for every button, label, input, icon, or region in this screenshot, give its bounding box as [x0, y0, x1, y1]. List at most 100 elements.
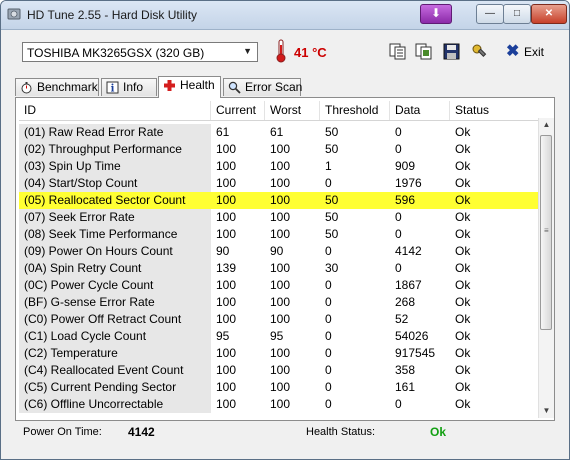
info-icon: i — [106, 81, 119, 94]
cell-id: (0C) Power Cycle Count — [19, 277, 211, 294]
table-row[interactable]: (08) Seek Time Performance 100 100 50 0 … — [19, 226, 538, 243]
column-header-current[interactable]: Current — [211, 101, 265, 120]
cell-id: (0A) Spin Retry Count — [19, 260, 211, 277]
copy-screenshot-icon[interactable] — [415, 43, 432, 60]
cell-id: (03) Spin Up Time — [19, 158, 211, 175]
minimize-icon: — — [485, 8, 495, 19]
maximize-button[interactable]: □ — [503, 4, 531, 24]
cell-worst: 100 — [270, 312, 291, 326]
cell-worst: 100 — [270, 176, 291, 190]
cell-status: Ok — [455, 278, 471, 292]
cell-data: 0 — [395, 125, 402, 139]
window-title: HD Tune 2.55 - Hard Disk Utility — [27, 8, 198, 22]
chevron-down-icon: ▼ — [243, 46, 252, 56]
table-row[interactable]: (03) Spin Up Time 100 100 1 909 Ok — [19, 158, 538, 175]
cell-current: 139 — [216, 261, 237, 275]
chevron-up-icon: ▲ — [542, 120, 551, 129]
cell-current: 95 — [216, 329, 230, 343]
column-header-data[interactable]: Data — [390, 101, 450, 120]
cell-id: (C6) Offline Uncorrectable — [19, 396, 211, 413]
table-row[interactable]: (01) Raw Read Error Rate 61 61 50 0 Ok — [19, 124, 538, 141]
tab-error-scan[interactable]: Error Scan — [223, 78, 303, 96]
options-tools-icon[interactable] — [471, 43, 488, 60]
cell-id: (BF) G-sense Error Rate — [19, 294, 211, 311]
cell-status: Ok — [455, 261, 471, 275]
cell-current: 100 — [216, 397, 237, 411]
vertical-scrollbar[interactable]: ▲ ≡ ▼ — [538, 118, 554, 418]
table-row[interactable]: (C2) Temperature 100 100 0 917545 Ok — [19, 345, 538, 362]
cell-status: Ok — [455, 159, 471, 173]
cell-threshold: 30 — [325, 261, 339, 275]
table-row[interactable]: (C5) Current Pending Sector 100 100 0 16… — [19, 379, 538, 396]
tab-benchmark-label: Benchmark — [37, 80, 98, 94]
scroll-down-button[interactable]: ▼ — [539, 404, 554, 418]
cell-threshold: 0 — [325, 278, 332, 292]
smart-table: ID Current Worst Threshold Data Status (… — [19, 101, 538, 417]
cell-data: 268 — [395, 295, 416, 309]
drive-select[interactable]: TOSHIBA MK3265GSX (320 GB) ▼ — [22, 42, 258, 62]
cell-id: (C5) Current Pending Sector — [19, 379, 211, 396]
table-row[interactable]: (09) Power On Hours Count 90 90 0 4142 O… — [19, 243, 538, 260]
cell-data: 0 — [395, 227, 402, 241]
tab-benchmark[interactable]: Benchmark — [15, 78, 99, 96]
table-row[interactable]: (0A) Spin Retry Count 139 100 30 0 Ok — [19, 260, 538, 277]
cell-threshold: 50 — [325, 227, 339, 241]
scroll-up-button[interactable]: ▲ — [539, 118, 554, 132]
table-row[interactable]: (0C) Power Cycle Count 100 100 0 1867 Ok — [19, 277, 538, 294]
tab-error-scan-label: Error Scan — [245, 80, 303, 94]
minimize-button[interactable]: — — [476, 4, 504, 24]
table-row[interactable]: (04) Start/Stop Count 100 100 0 1976 Ok — [19, 175, 538, 192]
exit-label: Exit — [524, 45, 545, 59]
cell-worst: 100 — [270, 397, 291, 411]
app-window: HD Tune 2.55 - Hard Disk Utility ⬇ — □ ✕… — [0, 0, 570, 460]
magnifier-icon — [228, 81, 241, 94]
cell-current: 100 — [216, 278, 237, 292]
cell-current: 100 — [216, 295, 237, 309]
column-header-threshold[interactable]: Threshold — [320, 101, 390, 120]
table-row[interactable]: (BF) G-sense Error Rate 100 100 0 268 Ok — [19, 294, 538, 311]
scrollbar-thumb[interactable]: ≡ — [540, 135, 552, 330]
table-header: ID Current Worst Threshold Data Status — [19, 101, 538, 121]
cell-threshold: 50 — [325, 193, 339, 207]
cell-threshold: 0 — [325, 346, 332, 360]
app-disk-icon — [7, 8, 21, 20]
table-row-highlighted[interactable]: (05) Reallocated Sector Count 100 100 50… — [19, 192, 538, 209]
stopwatch-icon — [21, 82, 32, 94]
cell-current: 100 — [216, 380, 237, 394]
close-button[interactable]: ✕ — [531, 4, 567, 24]
title-bar[interactable]: HD Tune 2.55 - Hard Disk Utility ⬇ — □ ✕ — [1, 1, 569, 30]
cell-threshold: 0 — [325, 312, 332, 326]
cell-status: Ok — [455, 346, 471, 360]
copy-text-icon[interactable] — [389, 43, 406, 60]
column-header-status[interactable]: Status — [450, 101, 538, 120]
table-row[interactable]: (C1) Load Cycle Count 95 95 0 54026 Ok — [19, 328, 538, 345]
tab-health[interactable]: Health — [158, 76, 221, 98]
save-screenshot-button[interactable]: ⬇ — [420, 4, 452, 24]
table-row[interactable]: (C4) Reallocated Event Count 100 100 0 3… — [19, 362, 538, 379]
maximize-icon: □ — [513, 8, 521, 19]
power-on-time-label: Power On Time: — [23, 426, 102, 438]
down-arrow-icon: ⬇ — [430, 6, 442, 20]
health-status-label: Health Status: — [306, 426, 376, 438]
cell-threshold: 0 — [325, 295, 332, 309]
cell-worst: 100 — [270, 363, 291, 377]
column-header-worst[interactable]: Worst — [265, 101, 320, 120]
table-row[interactable]: (C0) Power Off Retract Count 100 100 0 5… — [19, 311, 538, 328]
cell-threshold: 1 — [325, 159, 332, 173]
table-row[interactable]: (02) Throughput Performance 100 100 50 0… — [19, 141, 538, 158]
column-header-id[interactable]: ID — [19, 101, 211, 120]
save-disk-icon[interactable] — [443, 43, 460, 60]
cell-id: (04) Start/Stop Count — [19, 175, 211, 192]
tab-info[interactable]: i Info — [101, 78, 157, 96]
table-row[interactable]: (07) Seek Error Rate 100 100 50 0 Ok — [19, 209, 538, 226]
cell-id: (08) Seek Time Performance — [19, 226, 211, 243]
cell-worst: 100 — [270, 380, 291, 394]
cell-current: 100 — [216, 346, 237, 360]
cell-current: 100 — [216, 176, 237, 190]
drive-select-value: TOSHIBA MK3265GSX (320 GB) — [27, 46, 205, 60]
exit-x-icon: ✖ — [506, 43, 520, 60]
cell-worst: 100 — [270, 227, 291, 241]
cell-data: 0 — [395, 261, 402, 275]
cell-data: 1976 — [395, 176, 422, 190]
table-row[interactable]: (C6) Offline Uncorrectable 100 100 0 0 O… — [19, 396, 538, 413]
